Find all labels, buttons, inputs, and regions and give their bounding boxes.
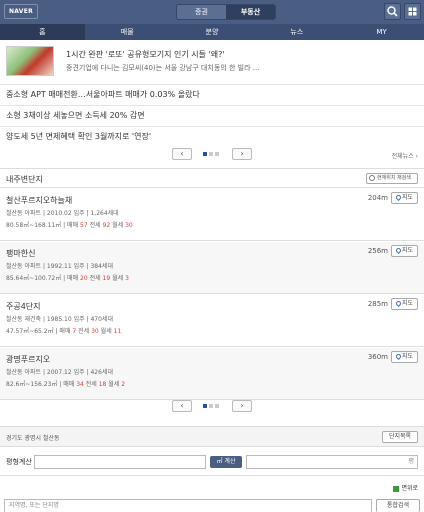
tab-news[interactable]: 뉴스 (254, 24, 339, 40)
pyeong-input[interactable]: 평 (246, 455, 418, 469)
search-button[interactable] (384, 3, 401, 20)
tab-my[interactable]: MY (339, 24, 424, 40)
service-switch: 증권 부동산 (176, 4, 276, 20)
complex-meta: 철산동 재건축 | 1985.10 입주 | 470세대 (6, 316, 113, 323)
pyeong-unit: 평 (408, 458, 414, 465)
checkbox-icon (393, 485, 400, 492)
complex-name[interactable]: 철산푸르지오하늘채 (6, 195, 72, 206)
distance: 285m (367, 300, 388, 308)
main-tabs: 홈 매물 분양 뉴스 MY (0, 24, 424, 40)
complex-deals: 47.57㎡~65.2㎡ | 매매 7 전세 30 월세 11 (6, 328, 122, 335)
complex-item[interactable]: 팽마한신 철산동 아파트 | 1992.11 입주 | 384세대 85.64㎡… (0, 242, 424, 294)
search-input[interactable]: 지역명, 또는 단지명 (4, 499, 372, 512)
news-pager: ‹ › (172, 148, 254, 160)
page-indicator (203, 404, 219, 408)
calc-button[interactable]: ㎡ 계산 (210, 456, 242, 468)
calc-label: 평형계산 (6, 458, 32, 466)
complex-name[interactable]: 주공4단지 (6, 301, 41, 312)
map-button[interactable]: 지도 (391, 298, 418, 310)
tab-presale[interactable]: 분양 (170, 24, 255, 40)
sqm-input[interactable] (34, 455, 206, 469)
nearby-section-header: 내주변단지 현재위치 재검색 (0, 168, 424, 188)
option-row: 면위로 (0, 476, 424, 498)
complex-item[interactable]: 광명푸르지오 철산동 아파트 | 2007.12 입주 | 426세대 82.6… (0, 348, 424, 400)
complex-meta: 철산동 아파트 | 2007.12 입주 | 426세대 (6, 369, 113, 376)
tab-listings[interactable]: 매물 (85, 24, 170, 40)
complex-deals: 80.58㎡~168.11㎡ | 매매 57 전세 92 월세 30 (6, 222, 133, 229)
prev-page-button[interactable]: ‹ (172, 400, 192, 412)
location-icon (369, 175, 375, 181)
prev-page-button[interactable]: ‹ (172, 148, 192, 160)
next-page-button[interactable]: › (232, 400, 252, 412)
switch-realestate[interactable]: 부동산 (226, 5, 275, 19)
address-bar: 경기도 광명시 철산동 단지목록 (0, 426, 424, 446)
featured-news[interactable]: 1시간 완판 '로또' 공유형모기지 인기 시들 '왜?' 중견기업에 다니는 … (0, 44, 424, 82)
tab-home[interactable]: 홈 (0, 24, 85, 40)
grid-menu-icon (408, 7, 417, 16)
search-icon (387, 6, 398, 17)
complex-name[interactable]: 팽마한신 (6, 248, 35, 259)
map-button[interactable]: 지도 (391, 351, 418, 363)
news-headline[interactable]: 중소형 APT 매매전환…서울아파트 매매가 0.03% 올랐다 (0, 84, 424, 105)
naver-logo[interactable]: NAVER (4, 4, 38, 19)
complex-deals: 82.6㎡~156.23㎡ | 매매 34 전세 18 월세 2 (6, 381, 126, 388)
complex-meta: 철산동 아파트 | 2010.02 입주 | 1,264세대 (6, 210, 119, 217)
area-calculator: 평형계산 ㎡ 계산 평 (0, 446, 424, 476)
featured-news-title[interactable]: 1시간 완판 '로또' 공유형모기지 인기 시들 '왜?' (66, 49, 225, 60)
relocate-button[interactable]: 현재위치 재검색 (366, 173, 418, 184)
search-submit-button[interactable]: 통합검색 (376, 499, 420, 512)
complex-deals: 85.64㎡~100.72㎡ | 매매 20 전세 19 월세 3 (6, 275, 129, 282)
complex-item[interactable]: 주공4단지 철산동 재건축 | 1985.10 입주 | 470세대 47.57… (0, 295, 424, 347)
all-news-link[interactable]: 전체뉴스 › (392, 151, 418, 160)
map-button[interactable]: 지도 (391, 192, 418, 204)
complex-pager: ‹ › (172, 400, 254, 412)
relocate-label: 현재위치 재검색 (377, 175, 411, 181)
news-headline[interactable]: 양도세 5년 면제혜택 확인 3월까지로 '연장' (0, 126, 424, 147)
distance: 360m (367, 353, 388, 361)
option-label: 면위로 (401, 485, 418, 492)
distance: 256m (367, 247, 388, 255)
switch-stock[interactable]: 증권 (177, 5, 226, 19)
distance: 204m (367, 194, 388, 202)
search-row: 지역명, 또는 단지명 통합검색 (0, 498, 424, 512)
map-button[interactable]: 지도 (391, 245, 418, 257)
complex-item[interactable]: 철산푸르지오하늘채 철산동 아파트 | 2010.02 입주 | 1,264세대… (0, 189, 424, 241)
next-page-button[interactable]: › (232, 148, 252, 160)
option-checkbox[interactable]: 면위로 (393, 483, 418, 492)
news-thumbnail (6, 46, 54, 76)
page-indicator (203, 152, 219, 156)
current-address: 경기도 광명시 철산동 (6, 435, 60, 442)
complex-list-button[interactable]: 단지목록 (382, 431, 418, 443)
section-title: 내주변단지 (6, 175, 43, 184)
featured-news-summary: 중견기업에 다니는 김모씨(40)는 서울 강남구 대치동의 한 빌라 ... (66, 64, 260, 72)
menu-button[interactable] (404, 3, 421, 20)
news-headline[interactable]: 소형 3채이상 세놓으면 소득세 20% 감면 (0, 105, 424, 126)
complex-meta: 철산동 아파트 | 1992.11 입주 | 384세대 (6, 263, 113, 270)
top-header: NAVER 증권 부동산 (0, 0, 424, 24)
complex-name[interactable]: 광명푸르지오 (6, 354, 50, 365)
